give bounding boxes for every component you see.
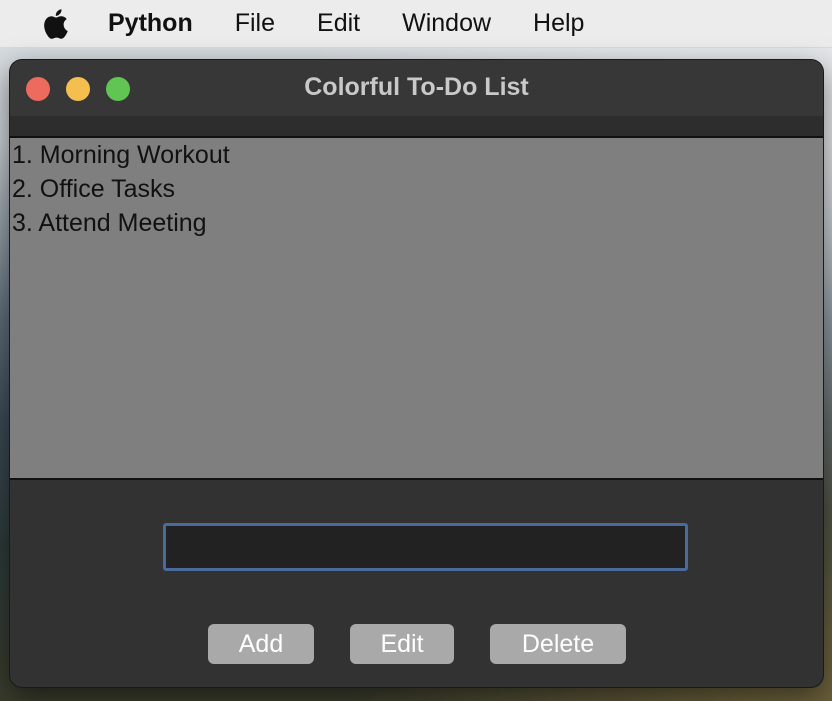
- list-item[interactable]: 2. Office Tasks: [10, 172, 823, 206]
- menu-file[interactable]: File: [235, 9, 275, 38]
- todo-listbox[interactable]: 1. Morning Workout 2. Office Tasks 3. At…: [10, 138, 823, 480]
- apple-logo-icon[interactable]: [40, 7, 70, 41]
- window-title: Colorful To-Do List: [304, 73, 529, 101]
- list-item[interactable]: 1. Morning Workout: [10, 138, 823, 172]
- menu-bar: Python File Edit Window Help: [0, 0, 832, 47]
- add-button[interactable]: Add: [208, 624, 314, 664]
- app-window: Colorful To-Do List 1. Morning Workout 2…: [10, 60, 823, 687]
- menu-help[interactable]: Help: [533, 9, 584, 38]
- menu-python[interactable]: Python: [108, 9, 193, 38]
- title-bar[interactable]: Colorful To-Do List: [10, 60, 823, 116]
- list-item[interactable]: 3. Attend Meeting: [10, 206, 823, 240]
- delete-button[interactable]: Delete: [490, 624, 626, 664]
- edit-button[interactable]: Edit: [350, 624, 454, 664]
- task-input[interactable]: [163, 523, 688, 571]
- menu-window[interactable]: Window: [402, 9, 491, 38]
- menu-edit[interactable]: Edit: [317, 9, 360, 38]
- list-top-border: [10, 116, 823, 138]
